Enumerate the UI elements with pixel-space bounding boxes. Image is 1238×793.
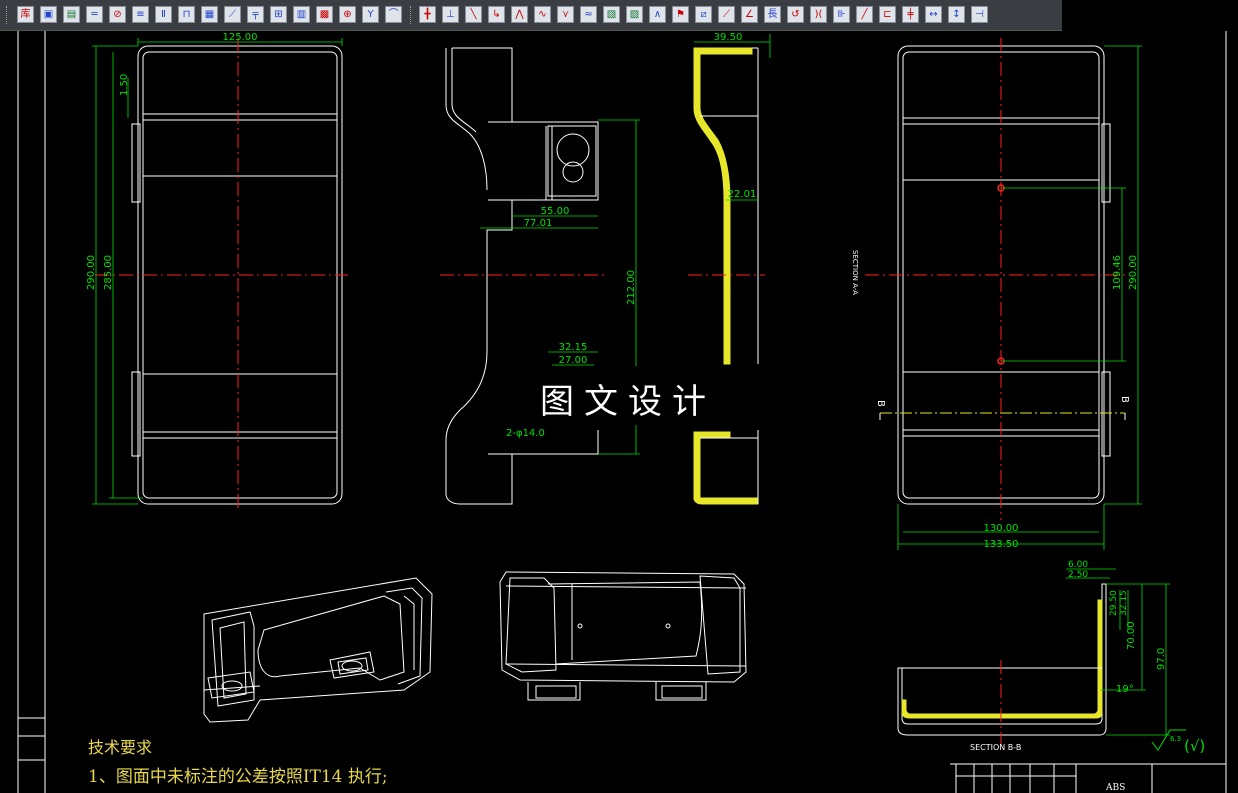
dim-6: 6.00 [1068,560,1088,570]
back-view-centerlines [865,38,1125,520]
requirements-item-1: 1、图面中未标注的公差按照IT14 执行; [88,767,388,787]
b-marker-right: B [1119,396,1130,403]
dim-2950: 29.50 [1109,590,1119,616]
material-label: ABS [1105,783,1125,793]
section-a-label: SECTION A-A [851,250,859,295]
iso-view-right [499,571,747,701]
back-view-dims [897,45,1142,550]
front-view-centerlines [95,38,348,510]
dim-55: 55.00 [541,206,570,217]
requirements-title: 技术要求 [88,738,153,757]
dim-212: 212.00 [626,270,637,305]
section-b-profile [897,583,1107,736]
b-marker-left: B [875,400,886,407]
watermark-text: 图文设计 [540,382,716,422]
dim-2201: 22.01 [728,189,757,200]
dim-3215-b: 32.15 [1119,590,1129,616]
iso-view-left [203,577,433,723]
roughness-value: 6.3 [1170,735,1181,743]
dim-150: 1.50 [119,74,130,96]
section-a-profile [693,47,759,505]
dim-height-290: 290.00 [86,255,97,290]
dim-3215: 32.15 [559,342,588,353]
dim-77: 77.01 [524,218,553,229]
hole-note: 2-φ14.0 [506,428,545,439]
dim-1335: 133.50 [984,539,1019,550]
dim-width-125: 125.00 [223,32,258,43]
dim-height-285: 285.00 [103,255,114,290]
front-view [131,45,343,505]
dim-70: 70.00 [1126,621,1137,650]
roughness-paren: (√) [1184,737,1205,755]
angle-19: 19° [1116,684,1134,695]
section-b-label: SECTION B-B [970,743,1021,752]
dim-25: 2.50 [1068,570,1088,580]
watermark-banner: 图文设计 [497,366,759,425]
dim-130: 130.00 [984,523,1019,534]
dim-395: 39.50 [714,32,743,43]
section-b-markers [879,413,1126,420]
dim-10946: 109.46 [1112,255,1123,290]
front-view-dims [92,38,343,505]
dim-27: 27.00 [559,355,588,366]
dim-back-290: 290.00 [1128,255,1139,290]
section-a-dims [694,34,771,201]
dim-97: 97.0 [1156,648,1167,670]
